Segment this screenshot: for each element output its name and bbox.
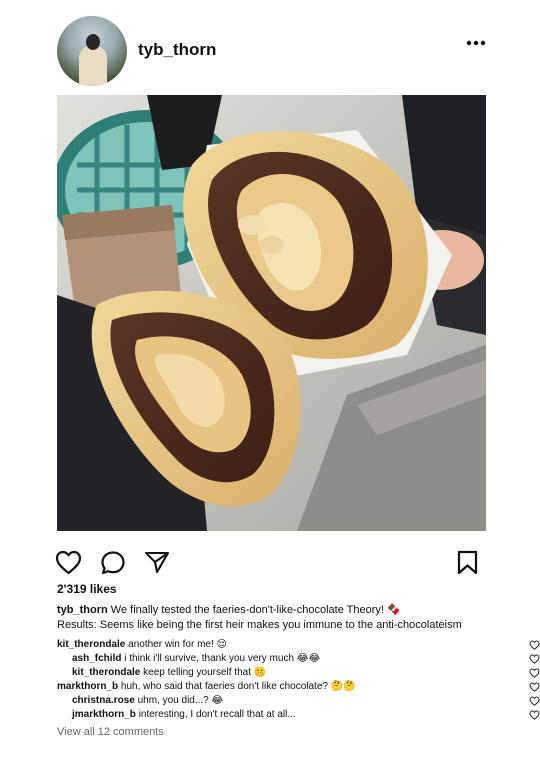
comment-heart-icon[interactable] [529,668,540,678]
view-all-comments-link[interactable]: View all 12 comments [57,726,164,738]
comments-list: kit_therondale another win for me! 😌 ash… [57,638,540,722]
comment-text: huh, who said that faeries don't like ch… [120,681,356,692]
avatar-head [86,34,100,50]
post-image[interactable] [57,95,486,531]
comment-text: interesting, I don't recall that at all.… [138,709,296,720]
post-header: tyb_thorn [0,0,540,95]
bookmark-icon[interactable] [457,550,478,575]
comment-reply: kit_therondale keep telling yourself tha… [57,666,540,680]
comment-bubble-icon[interactable] [100,550,126,576]
comment-reply: jmarkthorn_b interesting, I don't recall… [57,708,540,722]
comment-username[interactable]: ash_fchild [72,653,121,664]
caption-text: We finally tested the faeries-don't-like… [110,604,401,616]
comment-text: another win for me! 😌 [128,639,227,650]
post-username[interactable]: tyb_thorn [138,40,216,60]
post-caption: tyb_thorn We finally tested the faeries-… [57,603,487,633]
caption-line-2: Results: Seems like being the first heir… [57,619,462,631]
paper-plane-icon[interactable] [144,550,170,574]
heart-icon[interactable] [55,550,82,575]
comment-text: keep telling yourself that 🤫 [143,667,267,678]
comment-reply: ash_fchild i think i'll survive, thank y… [57,652,540,666]
comment-text: i think i'll survive, thank you very muc… [124,653,321,664]
post-actions [0,548,540,578]
comment-username[interactable]: jmarkthorn_b [72,709,136,720]
comment-text: uhm, you did...? 😂 [137,695,224,706]
comment-heart-icon[interactable] [529,654,540,664]
caption-username[interactable]: tyb_thorn [57,604,108,616]
comment-username[interactable]: kit_therondale [72,667,140,678]
more-options-icon[interactable] [462,36,490,50]
comment-username[interactable]: christna.rose [72,695,135,706]
comment-heart-icon[interactable] [529,682,540,692]
avatar[interactable] [57,16,127,86]
comment-heart-icon[interactable] [529,696,540,706]
caption-line-1: tyb_thorn We finally tested the faeries-… [57,603,487,618]
avatar-figure [79,46,107,86]
comment: markthorn_b huh, who said that faeries d… [57,680,540,694]
comment-heart-icon[interactable] [529,640,540,650]
comment-username[interactable]: markthorn_b [57,681,118,692]
comment-username[interactable]: kit_therondale [57,639,125,650]
likes-count[interactable]: 2'319 likes [57,582,117,596]
comment-reply: christna.rose uhm, you did...? 😂 [57,694,540,708]
comment-heart-icon[interactable] [529,710,540,720]
comment: kit_therondale another win for me! 😌 [57,638,540,652]
